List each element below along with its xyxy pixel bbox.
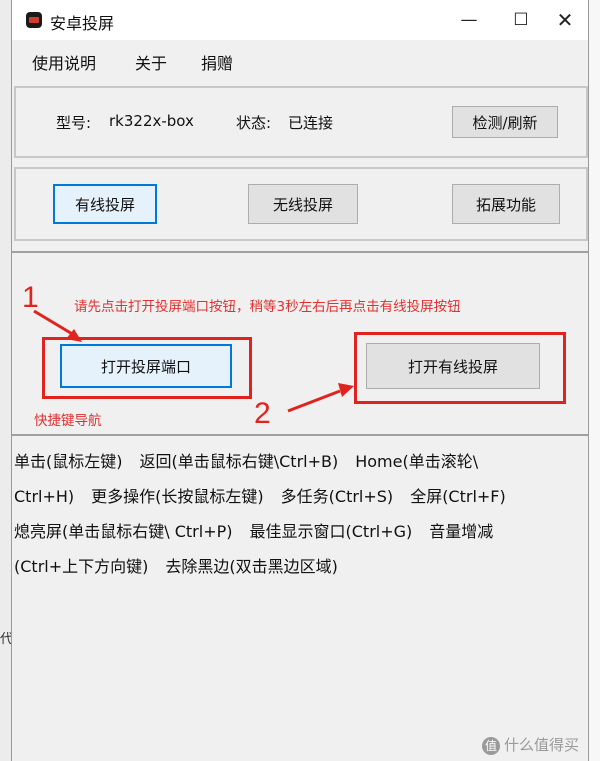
menu-item-instructions[interactable]: 使用说明 bbox=[32, 50, 96, 74]
app-window: 安卓投屏 — ☐ ✕ 使用说明 关于 捐赠 型号: rk322x-box 状态:… bbox=[11, 0, 589, 761]
status-value: 已连接 bbox=[288, 114, 334, 132]
status-label: 状态: bbox=[236, 114, 272, 132]
help-item: 去除黑边(双击黑边区域) bbox=[165, 557, 338, 576]
site-watermark: 值什么值得买 bbox=[482, 734, 579, 755]
tab-wired-mirroring[interactable]: 有线投屏 bbox=[53, 184, 157, 224]
help-item: 最佳显示窗口(Ctrl+G) bbox=[249, 522, 413, 541]
help-item: 音量增减 bbox=[429, 522, 494, 541]
help-line: (Ctrl+上下方向键) 去除黑边(双击黑边区域) bbox=[14, 549, 582, 584]
help-item: (Ctrl+上下方向键) bbox=[14, 557, 149, 576]
open-port-button[interactable]: 打开投屏端口 bbox=[60, 344, 232, 388]
device-info-panel: 型号: rk322x-box 状态: 已连接 检测/刷新 bbox=[14, 86, 588, 158]
model-value: rk322x-box bbox=[109, 112, 194, 130]
help-item: Ctrl+H) bbox=[14, 487, 75, 506]
help-item: 多任务(Ctrl+S) bbox=[280, 487, 394, 506]
watermark-text: 什么值得买 bbox=[504, 736, 580, 754]
model-label: 型号: bbox=[56, 114, 92, 132]
help-item: 全屏(Ctrl+F) bbox=[410, 487, 506, 506]
window-title: 安卓投屏 bbox=[50, 14, 115, 33]
shortcut-help-text: 单击(鼠标左键) 返回(单击鼠标右键\Ctrl+B) Home(单击滚轮\ Ctrl… bbox=[14, 444, 582, 584]
background-page-right bbox=[589, 0, 600, 761]
minimize-button[interactable]: — bbox=[444, 0, 494, 40]
help-line: Ctrl+H) 更多操作(长按鼠标左键) 多任务(Ctrl+S) 全屏(Ctrl+F) bbox=[14, 479, 582, 514]
help-line: 单击(鼠标左键) 返回(单击鼠标右键\Ctrl+B) Home(单击滚轮\ bbox=[14, 444, 582, 479]
help-item: 单击(鼠标左键) bbox=[14, 452, 123, 471]
close-button[interactable]: ✕ bbox=[540, 0, 590, 40]
app-icon bbox=[26, 12, 42, 28]
tab-extended-features[interactable]: 拓展功能 bbox=[452, 184, 560, 224]
mode-panel: 有线投屏 无线投屏 拓展功能 bbox=[14, 167, 588, 241]
annotation-arrow-2 bbox=[287, 383, 354, 413]
maximize-button[interactable]: ☐ bbox=[496, 0, 546, 40]
wired-hint-text: 请先点击打开投屏端口按钮，稍等3秒左右后再点击有线投屏按钮 bbox=[74, 299, 461, 315]
help-item: 熄亮屏(单击鼠标右键\ Ctrl+P) bbox=[14, 522, 233, 541]
shortcut-nav-label: 快捷键导航 bbox=[34, 413, 102, 429]
annotation-number-2: 2 bbox=[254, 397, 271, 430]
help-item: 更多操作(长按鼠标左键) bbox=[91, 487, 264, 506]
refresh-button[interactable]: 检测/刷新 bbox=[452, 106, 558, 138]
menu-item-about[interactable]: 关于 bbox=[135, 50, 167, 74]
open-wired-mirroring-button[interactable]: 打开有线投屏 bbox=[366, 343, 540, 389]
help-line: 熄亮屏(单击鼠标右键\ Ctrl+P) 最佳显示窗口(Ctrl+G) 音量增减 bbox=[14, 514, 582, 549]
tab-wireless-mirroring[interactable]: 无线投屏 bbox=[248, 184, 358, 224]
background-page-left: 代 bbox=[0, 0, 13, 761]
watermark-logo-icon: 值 bbox=[482, 736, 500, 755]
help-item: Home(单击滚轮\ bbox=[355, 452, 479, 471]
title-bar[interactable]: 安卓投屏 — ☐ ✕ bbox=[12, 0, 588, 40]
help-item: 返回(单击鼠标右键\Ctrl+B) bbox=[139, 452, 339, 471]
menu-bar: 使用说明 关于 捐赠 bbox=[12, 44, 588, 76]
wired-mirroring-area: 1 请先点击打开投屏端口按钮，稍等3秒左右后再点击有线投屏按钮 打开投屏端口 打… bbox=[12, 251, 588, 436]
menu-item-donate[interactable]: 捐赠 bbox=[201, 50, 233, 74]
